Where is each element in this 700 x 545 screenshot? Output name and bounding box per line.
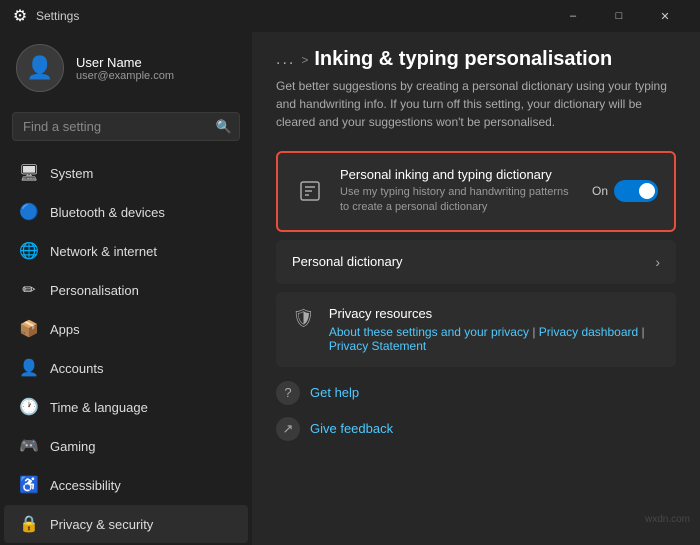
personal-dictionary-card[interactable]: Personal dictionary › bbox=[276, 240, 676, 284]
maximize-button[interactable]: □ bbox=[596, 0, 642, 32]
apps-icon: 📦 bbox=[20, 320, 38, 338]
shield-icon: 🛡 bbox=[292, 308, 315, 353]
user-profile[interactable]: 👤 User Name user@example.com bbox=[0, 32, 252, 104]
bluetooth-icon: 🔵 bbox=[20, 203, 38, 221]
privacy-resources-card: 🛡 Privacy resources About these settings… bbox=[276, 292, 676, 367]
user-name: User Name bbox=[76, 55, 174, 70]
search-box[interactable]: 🔍 bbox=[12, 112, 240, 141]
inking-setting-row: Personal inking and typing dictionary Us… bbox=[278, 153, 674, 230]
search-icon: 🔍 bbox=[216, 119, 232, 135]
gaming-icon: 🎮 bbox=[20, 437, 38, 455]
privacy-icon: 🔒 bbox=[20, 515, 38, 533]
minimize-button[interactable]: – bbox=[550, 0, 596, 32]
sidebar-item-label: Accessibility bbox=[50, 478, 121, 493]
sidebar-item-label: Accounts bbox=[50, 361, 103, 376]
privacy-link-2[interactable]: Privacy dashboard bbox=[539, 325, 638, 339]
sidebar-item-bluetooth[interactable]: 🔵 Bluetooth & devices bbox=[4, 193, 248, 231]
sidebar-item-personalisation[interactable]: ✏ Personalisation bbox=[4, 271, 248, 309]
sidebar-item-label: Time & language bbox=[50, 400, 148, 415]
breadcrumb-dots: ... bbox=[276, 51, 295, 69]
close-button[interactable]: ✕ bbox=[642, 0, 688, 32]
watermark: wxdn.com bbox=[645, 514, 690, 525]
breadcrumb: ... > Inking & typing personalisation bbox=[276, 48, 676, 71]
sidebar-item-label: System bbox=[50, 166, 93, 181]
avatar: 👤 bbox=[16, 44, 64, 92]
settings-app-icon: ⚙ bbox=[12, 8, 28, 24]
privacy-link-3[interactable]: Privacy Statement bbox=[329, 339, 426, 353]
help-links: ? Get help ↗ Give feedback bbox=[276, 379, 676, 443]
sidebar: 👤 User Name user@example.com 🔍 🖥 System … bbox=[0, 32, 252, 545]
give-feedback-label: Give feedback bbox=[310, 421, 393, 436]
sidebar-item-label: Gaming bbox=[50, 439, 96, 454]
privacy-link-1[interactable]: About these settings and your privacy bbox=[329, 325, 529, 339]
time-icon: 🕐 bbox=[20, 398, 38, 416]
get-help-label: Get help bbox=[310, 385, 359, 400]
sidebar-item-time[interactable]: 🕐 Time & language bbox=[4, 388, 248, 426]
personal-dictionary-row[interactable]: Personal dictionary › bbox=[276, 240, 676, 284]
network-icon: 🌐 bbox=[20, 242, 38, 260]
title-bar-left: ⚙ Settings bbox=[12, 8, 79, 24]
user-info: User Name user@example.com bbox=[76, 55, 174, 82]
accessibility-icon: ♿ bbox=[20, 476, 38, 494]
sidebar-item-label: Bluetooth & devices bbox=[50, 205, 165, 220]
title-bar-controls: – □ ✕ bbox=[550, 0, 688, 32]
toggle-label: On bbox=[592, 184, 608, 198]
title-bar: ⚙ Settings – □ ✕ bbox=[0, 0, 700, 32]
page-description: Get better suggestions by creating a per… bbox=[276, 77, 676, 131]
get-help-row[interactable]: ? Get help bbox=[276, 379, 676, 407]
get-help-icon: ? bbox=[276, 381, 300, 405]
chevron-right-icon: › bbox=[655, 254, 660, 270]
inking-toggle[interactable] bbox=[614, 180, 658, 202]
privacy-content: Privacy resources About these settings a… bbox=[329, 306, 645, 353]
nav-list: 🖥 System 🔵 Bluetooth & devices 🌐 Network… bbox=[0, 149, 252, 545]
title-bar-title: Settings bbox=[36, 9, 79, 23]
system-icon: 🖥 bbox=[20, 164, 38, 182]
sidebar-item-label: Network & internet bbox=[50, 244, 157, 259]
inking-setting-text: Personal inking and typing dictionary Us… bbox=[340, 167, 578, 216]
sidebar-item-label: Apps bbox=[50, 322, 80, 337]
inking-toggle-control[interactable]: On bbox=[592, 180, 658, 202]
sidebar-item-accessibility[interactable]: ♿ Accessibility bbox=[4, 466, 248, 504]
sidebar-item-accounts[interactable]: 👤 Accounts bbox=[4, 349, 248, 387]
personal-dictionary-label: Personal dictionary bbox=[292, 254, 641, 269]
inking-setting-title: Personal inking and typing dictionary bbox=[340, 167, 578, 182]
accounts-icon: 👤 bbox=[20, 359, 38, 377]
sidebar-item-gaming[interactable]: 🎮 Gaming bbox=[4, 427, 248, 465]
breadcrumb-title: Inking & typing personalisation bbox=[314, 48, 612, 71]
give-feedback-row[interactable]: ↗ Give feedback bbox=[276, 415, 676, 443]
sidebar-item-privacy[interactable]: 🔒 Privacy & security bbox=[4, 505, 248, 543]
breadcrumb-sep: > bbox=[301, 53, 308, 67]
inking-card: Personal inking and typing dictionary Us… bbox=[276, 151, 676, 232]
sidebar-item-apps[interactable]: 📦 Apps bbox=[4, 310, 248, 348]
sidebar-item-label: Privacy & security bbox=[50, 517, 153, 532]
give-feedback-icon: ↗ bbox=[276, 417, 300, 441]
user-sub: user@example.com bbox=[76, 70, 174, 82]
search-input[interactable] bbox=[12, 112, 240, 141]
personalisation-icon: ✏ bbox=[20, 281, 38, 299]
sidebar-item-system[interactable]: 🖥 System bbox=[4, 154, 248, 192]
sidebar-item-network[interactable]: 🌐 Network & internet bbox=[4, 232, 248, 270]
app-container: 👤 User Name user@example.com 🔍 🖥 System … bbox=[0, 32, 700, 545]
privacy-links: About these settings and your privacy | … bbox=[329, 325, 645, 353]
privacy-resources-title: Privacy resources bbox=[329, 306, 645, 321]
inking-setting-desc: Use my typing history and handwriting pa… bbox=[340, 185, 578, 216]
inking-icon bbox=[294, 175, 326, 207]
sidebar-item-label: Personalisation bbox=[50, 283, 139, 298]
content-area: ... > Inking & typing personalisation Ge… bbox=[252, 32, 700, 545]
